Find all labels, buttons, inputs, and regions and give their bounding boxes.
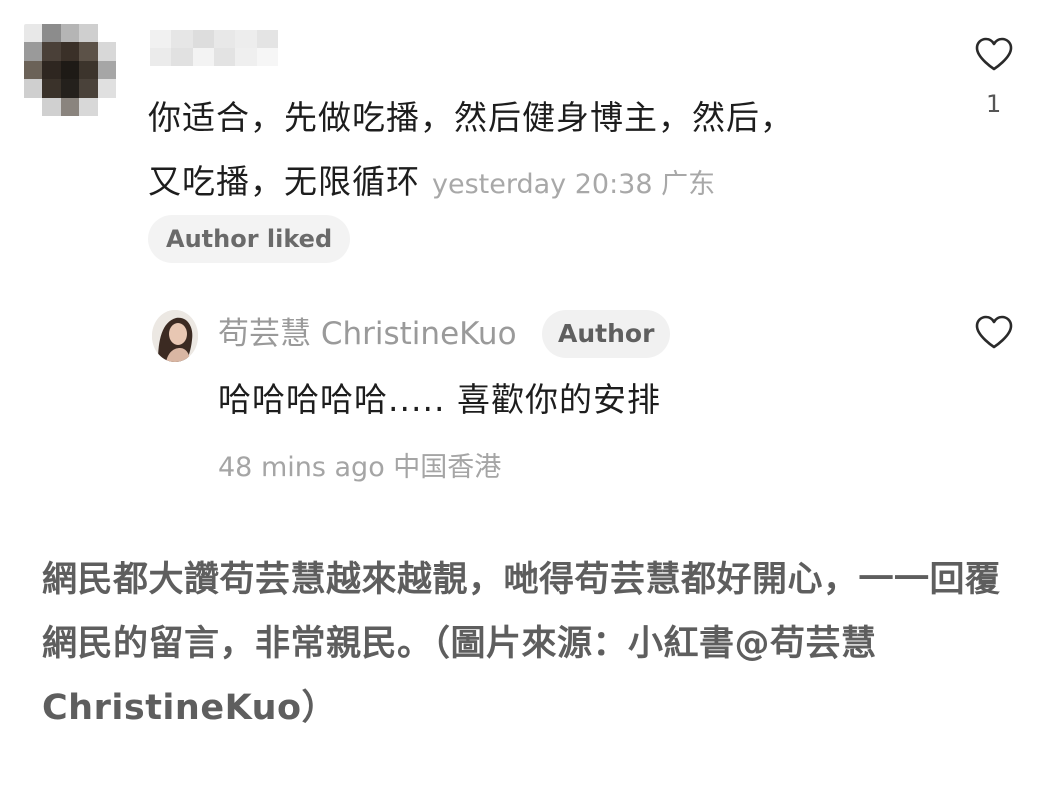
commenter-username-blurred[interactable] — [150, 30, 278, 66]
author-avatar-image — [152, 310, 198, 362]
comment-text-line2: 又吃播，无限循环 yesterday 20:38 广东 — [148, 150, 928, 217]
author-liked-badge: Author liked — [148, 215, 351, 263]
comment-body: 你适合，先做吃播，然后健身博主，然后， 又吃播，无限循环 yesterday 20… — [148, 86, 928, 217]
author-avatar[interactable] — [152, 310, 198, 362]
reply-meta: 48 mins ago 中国香港 — [218, 452, 502, 483]
comment-text-line2-content: 又吃播，无限循环 — [148, 162, 420, 201]
comment-text-line1: 你适合，先做吃播，然后健身博主，然后， — [148, 98, 794, 137]
comment-meta: yesterday 20:38 广东 — [432, 169, 716, 200]
reply-author-name[interactable]: 苟芸慧 ChristineKuo — [218, 312, 517, 356]
author-badge: Author — [542, 310, 671, 358]
heart-outline-icon[interactable] — [974, 36, 1014, 72]
commenter-avatar[interactable] — [24, 24, 116, 116]
like-count: 1 — [986, 90, 1002, 118]
heart-outline-icon[interactable] — [974, 314, 1014, 350]
reply-body: 哈哈哈哈哈..... 喜歡你的安排 — [218, 380, 661, 419]
article-caption: 網民都大讚苟芸慧越來越靚，哋得苟芸慧都好開心，一一回覆網民的留言，非常親民。（圖… — [42, 560, 1001, 728]
